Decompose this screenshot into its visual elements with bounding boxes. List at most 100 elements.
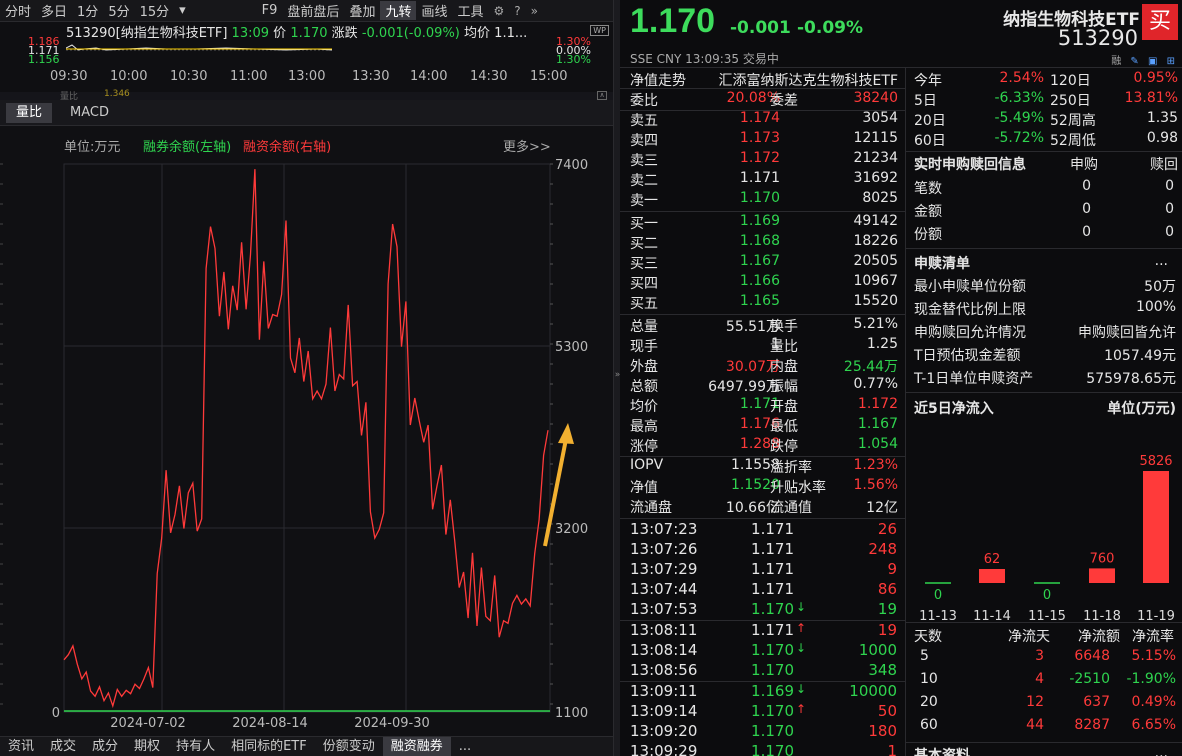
tab-liangbi[interactable]: 量比: [6, 103, 53, 123]
toolbar-item[interactable]: 工具: [452, 1, 488, 20]
market-status: SSE CNY 13:09:35 交易中: [630, 52, 779, 66]
nav-trend-row[interactable]: 净值走势 汇添富纳斯达克生物科技ETF: [630, 70, 900, 90]
toolbar-item[interactable]: F9: [257, 3, 283, 18]
subscribe-col-redeem: 赎回: [1150, 157, 1178, 173]
toolbar-item[interactable]: 1分: [72, 1, 103, 20]
mini-chg: -0.001(-0.09%): [361, 26, 460, 41]
ask-level-value: 1.171: [739, 170, 780, 186]
stat-row-label: 总量: [630, 319, 658, 335]
flow-net-rate: 5.15%: [1131, 648, 1176, 664]
bottom-tab[interactable]: 成分: [84, 737, 126, 756]
collapse-icon[interactable]: ∧: [597, 91, 607, 100]
stat-row-value2: 25.44万: [843, 359, 898, 375]
flow-table-row: 5 3 6648 5.15%: [914, 648, 1178, 668]
flow-net-rate: -1.90%: [1126, 671, 1176, 687]
panel-divider[interactable]: »: [613, 0, 620, 756]
add-icon[interactable]: ⊞: [1167, 56, 1178, 67]
bid-level: 买二 1.168 18226: [630, 233, 900, 253]
arrow-up-icon: ↑: [796, 621, 807, 635]
tab-macd[interactable]: MACD: [60, 103, 119, 123]
ask-level-label: 卖一: [630, 193, 658, 209]
toolbar-item[interactable]: 盘前盘后: [282, 1, 344, 20]
tick-price: 1.171: [751, 540, 794, 558]
stat-row-value2: 0.77%: [853, 376, 898, 392]
stat-row-label2: 最低: [770, 419, 798, 435]
gear-icon[interactable]: ⚙: [489, 4, 510, 18]
toolbar-item[interactable]: 5分: [103, 1, 134, 20]
subscribe-row-label: 份额: [914, 227, 942, 243]
list-row-label: T-1日单位申赎资产: [914, 371, 1034, 387]
stat-row-value2: 1.172: [857, 396, 898, 412]
bid-level-label: 买二: [630, 236, 658, 252]
trade-tick-row: 13:07:29 1.171 9: [620, 560, 905, 580]
flow-net-rate: 6.65%: [1131, 717, 1176, 733]
mini-time-label: 10:30: [170, 69, 208, 84]
ask-level: 卖四 1.173 12115: [630, 130, 900, 150]
subscribe-row: 笔数 0 0: [914, 178, 1178, 198]
bottom-tab[interactable]: 融资融券: [382, 737, 451, 756]
inflow-title: 近5日净流入: [914, 401, 994, 417]
tick-volume: 50: [877, 702, 897, 720]
flow-table-row: 60 44 8287 6.65%: [914, 717, 1178, 737]
order-ratio-row-label: 委比: [630, 93, 658, 109]
tick-time: 13:07:26: [630, 540, 698, 558]
toolbar-item[interactable]: 分时: [0, 1, 36, 20]
more-link[interactable]: 更多>>: [503, 139, 551, 155]
inflow-bar-label: 0: [1043, 588, 1051, 603]
flow-net-days: 12: [1026, 694, 1044, 710]
basic-title: 基本资料: [914, 748, 970, 756]
toolbar-item[interactable]: 画线: [416, 1, 452, 20]
bottom-tab[interactable]: 相同标的ETF: [223, 737, 315, 756]
mini-time-label: 14:00: [410, 69, 448, 84]
tick-time: 13:07:53: [630, 600, 698, 618]
perf-row-label2: 250日: [1050, 93, 1091, 109]
window-icon[interactable]: ▣: [1148, 56, 1160, 67]
list-row: T日预估现金差额 1057.49元: [914, 345, 1178, 365]
bid-level: 买一 1.169 49142: [630, 213, 900, 233]
toolbar-item[interactable]: 九转: [380, 1, 417, 20]
bottom-tab[interactable]: 期权: [126, 737, 168, 756]
ask-level: 卖五 1.174 3054: [630, 110, 900, 130]
stat-row-label: 现手: [630, 339, 658, 355]
help-icon[interactable]: ?: [509, 4, 525, 18]
bottom-tabs: 资讯 成交 成分 期权 持有人 相同标的ETF 份额变动 融资融券...: [0, 736, 613, 756]
toolbar-item[interactable]: 15分: [135, 1, 175, 20]
intraday-mini-chart[interactable]: 513290[纳指生物科技ETF] 13:09 价 1.170 涨跌 -0.00…: [0, 22, 613, 92]
tick-price: 1.170: [751, 702, 794, 720]
bid-level-label: 买一: [630, 216, 658, 232]
flow-days: 60: [920, 717, 938, 733]
buy-button[interactable]: 买: [1142, 4, 1178, 40]
stat-row: IOPV 1.1558 溢折率 1.23%: [630, 457, 900, 477]
margin-chart[interactable]: 单位:万元 融券余额(左轴) 融资余额(右轴) 更多>> 7400 5300 3200 110…: [0, 128, 613, 736]
bottom-tab[interactable]: ...: [451, 737, 479, 756]
trade-tick-row: 13:07:26 1.171 248: [620, 540, 905, 560]
stat-row: 均价 1.171 开盘 1.172: [630, 396, 900, 416]
basic-more[interactable]: ...: [1155, 745, 1168, 756]
margin-icon[interactable]: 融: [1111, 56, 1124, 67]
perf-row-label2: 52周低: [1050, 133, 1096, 149]
tick-volume: 248: [868, 540, 897, 558]
toolbar-item[interactable]: ▾: [174, 3, 191, 18]
inflow-bar-chart: 011-136211-14011-1576011-18582611-19: [919, 454, 1175, 624]
bottom-tab[interactable]: 资讯: [0, 737, 42, 756]
list-more[interactable]: ...: [1155, 253, 1168, 269]
bottom-tab[interactable]: 份额变动: [315, 737, 383, 756]
bottom-tab[interactable]: 持有人: [168, 737, 223, 756]
trade-tick-row: 13:09:29 1.170 1: [620, 742, 905, 756]
bid-level: 买三 1.167 20505: [630, 253, 900, 273]
nav-trend-label[interactable]: 净值走势: [630, 70, 686, 90]
bid-level: 买四 1.166 10967: [630, 273, 900, 293]
edit-icon[interactable]: ✎: [1130, 56, 1141, 67]
list-row-value: 100%: [1135, 299, 1176, 315]
tick-price: 1.171: [751, 560, 794, 578]
stat-row: 外盘 30.07万 内盘 25.44万: [630, 356, 900, 376]
more-icon[interactable]: »: [526, 4, 543, 18]
bid-level-label: 买四: [630, 276, 658, 292]
tick-volume: 19: [877, 621, 897, 639]
panel-splitter[interactable]: 量比 1.346 ∧: [0, 89, 613, 102]
toolbar-item[interactable]: 多日: [36, 1, 72, 20]
bottom-tab[interactable]: 成交: [42, 737, 84, 756]
tick-time: 13:07:23: [630, 520, 698, 538]
legend-short: 融券余额(左轴): [143, 139, 231, 155]
toolbar-item[interactable]: 叠加: [344, 1, 380, 20]
